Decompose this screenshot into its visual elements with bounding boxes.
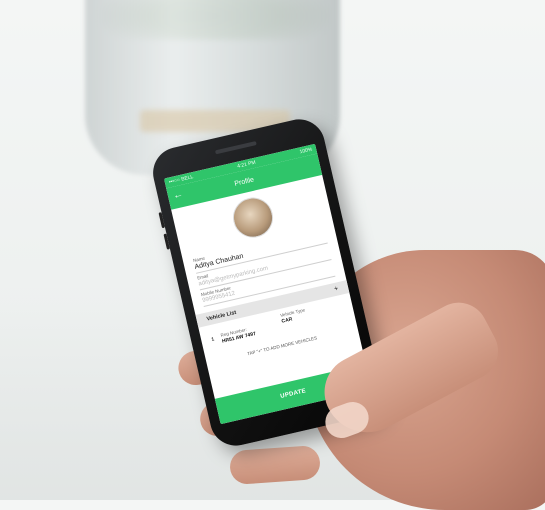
back-arrow-icon[interactable]: ←	[172, 189, 184, 202]
add-vehicle-icon[interactable]: +	[333, 285, 339, 293]
avatar[interactable]	[228, 193, 277, 242]
hand-finger-ring	[228, 444, 322, 486]
page-title: Profile	[233, 176, 255, 188]
